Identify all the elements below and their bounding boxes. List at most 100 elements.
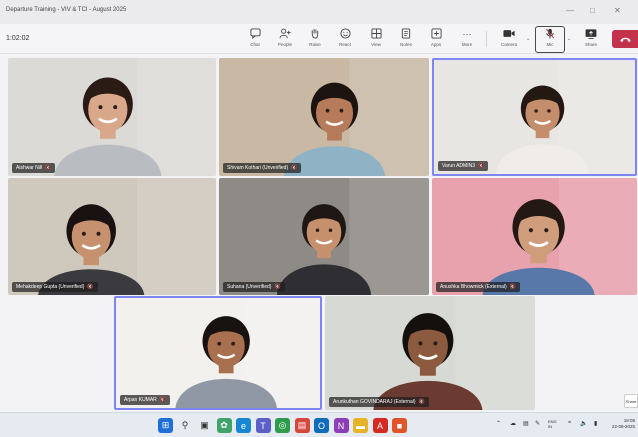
window-title: Departure Training - VIV & TCI - August … [6,7,127,13]
close-icon[interactable]: ✕ [614,6,621,16]
apps-button[interactable]: Apps [421,27,451,52]
outlook-icon[interactable]: O [314,418,329,433]
notes-label: Notes [400,42,412,47]
battery-icon[interactable]: ▮ [594,420,597,427]
raise-hand-button[interactable]: Raise [300,27,330,52]
react-label: React [339,42,351,47]
participant-name: Shivam Kothari (Unverified) [227,165,289,171]
mic-options-chevron-icon[interactable]: ⌄ [567,36,571,42]
notes-button[interactable]: Notes [391,27,421,52]
mic-muted-icon: 🔇 [274,284,281,290]
participant-name: Suhana (Unverified) [227,284,272,290]
participant-video-tile[interactable]: Shivam Kothari (Unverified) 🔇 [219,58,429,176]
acrobat-icon[interactable]: A [372,418,388,433]
system-clock[interactable]: 18:08 22-08-2025 [609,418,635,430]
participant-video-tile[interactable]: Aishwar Nill 🔇 [8,58,216,176]
mic-muted-icon: 🔇 [159,397,167,403]
chat-label: Chat [250,42,260,47]
participant-name-tag: Suhana (Unverified) 🔇 [223,282,285,292]
participant-video-tile[interactable]: Anushka Bhowmick (External) 🔇 [432,178,637,295]
leave-button[interactable] [612,30,638,48]
chat-icon [248,27,262,40]
mic-muted-icon: 🔇 [477,163,485,169]
more-button[interactable]: ··· More [452,27,482,52]
onenote-icon[interactable]: N [333,418,349,433]
meeting-timer: 1:02:02 [6,35,30,42]
participant-name: Aishwar Nill [16,165,43,171]
participant-name: Mehakdeep Gupta (Unverified) [16,284,85,290]
copilot-icon[interactable]: ✿ [216,418,232,433]
participant-video-feed [8,178,216,295]
view-label: View [371,42,381,47]
share-label: Share [584,42,597,47]
camera-icon [502,27,516,40]
language-indicator[interactable]: ENG IN [548,419,557,429]
restore-icon[interactable]: □ [590,6,595,16]
participant-name: Anushka Bhowmick (External) [440,284,507,290]
volume-icon[interactable]: 🔈 [580,420,587,427]
teams-icon[interactable]: T [255,418,271,433]
participant-name-tag: Anushka Bhowmick (External) 🔇 [436,282,520,292]
mic-label: Mic [546,42,554,47]
participant-video-feed [219,178,429,295]
participant-video-tile[interactable]: Arunkuthan GOVINDARAJ (External) 🔇 [325,296,535,410]
meeting-toolbar: 1:02:02 Chat People Raise React View Not… [0,24,638,54]
mic-muted-icon: 🔇 [87,284,94,290]
share-icon [584,27,598,40]
mic-muted-icon: 🔇 [418,399,425,405]
search-icon[interactable]: ⚲ [178,418,193,433]
more-label: More [461,42,473,47]
view-icon [369,27,383,40]
store-icon[interactable]: ▤ [294,418,310,433]
more-icon: ··· [462,28,472,39]
minimize-icon[interactable]: — [566,6,574,16]
people-icon [278,27,292,40]
participant-video-feed [8,58,216,176]
participant-name: Arunkuthan GOVINDARAJ (External) [333,399,416,405]
file-explorer-icon[interactable]: ▬ [353,418,368,433]
windows-start-icon[interactable]: ⊞ [158,418,173,433]
chevron-up-icon[interactable]: ⌃ [496,420,501,427]
participant-video-tile[interactable]: Varun ADMIN3 🔇 [432,58,637,176]
people-label: People [277,42,292,47]
edge-browser-icon[interactable]: e [236,418,251,433]
toolbar-divider [486,31,487,47]
participant-video-feed [434,60,635,174]
video-gallery: Aishwar Nill 🔇 Shivam Kothari (Unverified)… [0,54,638,412]
react-button[interactable]: React [330,27,360,52]
chrome-icon[interactable]: ◎ [275,418,290,433]
clock-date: 22-08-2025 [611,424,635,429]
share-tray-tab[interactable]: Share [624,394,638,408]
participant-name-tag: Shivam Kothari (Unverified) 🔇 [223,163,302,173]
view-button[interactable]: View [361,27,391,52]
apps-icon [429,27,443,40]
office-icon[interactable]: ■ [392,418,407,433]
participant-video-tile[interactable]: Arpan KUMAR 🔇 [114,296,322,410]
participant-name-tag: Varun ADMIN3 🔇 [438,161,489,171]
participant-name: Arpan KUMAR [124,397,157,403]
network-icon[interactable]: ▤ [523,420,529,427]
raise-hand-icon [308,27,322,40]
pen-icon[interactable]: ✎ [535,420,540,427]
camera-options-chevron-icon[interactable]: ⌄ [526,36,530,42]
mic-button[interactable]: Mic [535,26,565,53]
participant-video-feed [325,296,535,410]
participant-video-feed [219,58,429,176]
participant-name-tag: Mehakdeep Gupta (Unverified) 🔇 [12,282,98,292]
notes-icon [399,27,413,40]
share-button[interactable]: Share [576,27,606,52]
phone-hangup-icon [619,30,632,48]
mic-muted-icon: 🔇 [45,165,52,171]
chat-button[interactable]: Chat [240,27,270,52]
people-button[interactable]: People [270,27,300,52]
window-title-bar: Departure Training - VIV & TCI - August … [0,0,638,24]
participant-video-tile[interactable]: Suhana (Unverified) 🔇 [219,178,429,295]
task-view-icon[interactable]: ▣ [197,418,212,433]
camera-button[interactable]: Camera [494,27,524,52]
participant-video-tile[interactable]: Mehakdeep Gupta (Unverified) 🔇 [8,178,216,295]
cloud-icon[interactable]: ☁ [510,420,516,427]
participant-video-feed [116,298,320,408]
wifi-icon[interactable]: ≈ [568,420,571,426]
participant-name: Varun ADMIN3 [442,163,475,169]
apps-label: Apps [430,42,442,47]
